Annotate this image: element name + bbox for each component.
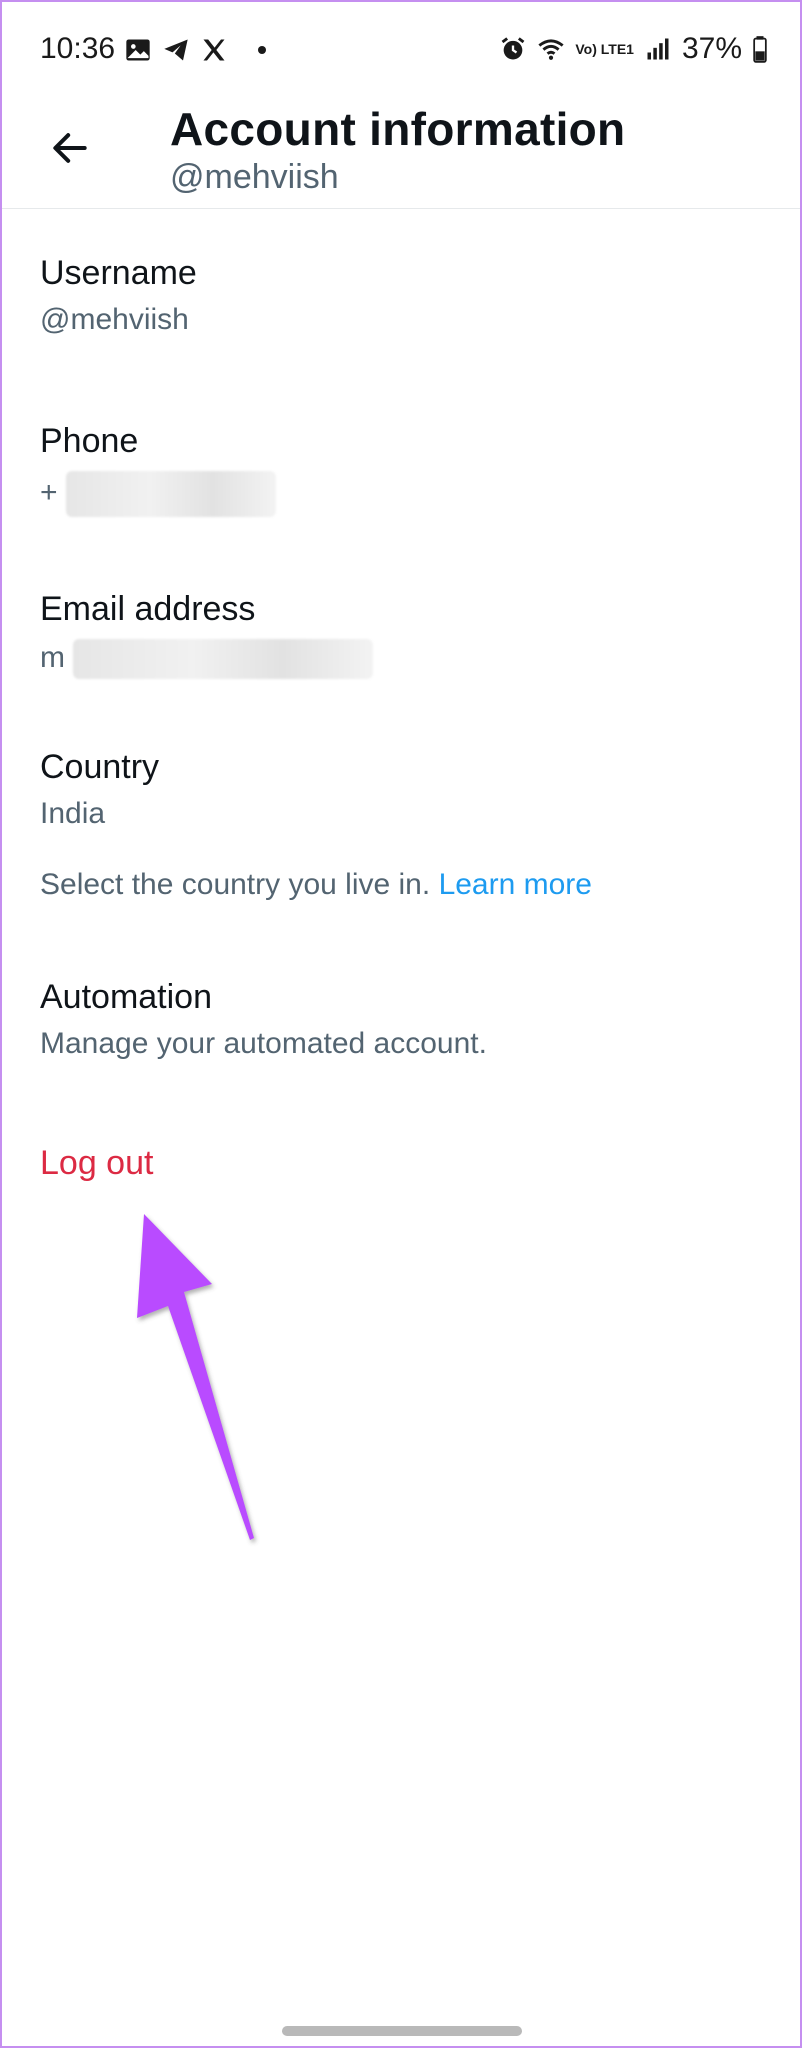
battery-icon (753, 36, 767, 63)
telegram-icon (164, 39, 188, 61)
redacted-email-address (73, 639, 374, 679)
logout-label: Log out (40, 1144, 154, 1182)
email-value: m (40, 639, 760, 679)
username-value: @mehviish (40, 303, 189, 336)
annotation-arrow-icon (137, 1214, 254, 1540)
more-notifications-dot (258, 46, 266, 54)
arrow-left-icon (53, 133, 87, 163)
status-bar: 10:36 Vo) LTE1 37% (2, 2, 800, 102)
redacted-phone-number (65, 471, 276, 517)
automation-label: Automation (40, 978, 212, 1016)
logout-button[interactable]: Log out (40, 1144, 153, 1183)
automation-row[interactable]: Automation Manage your automated account… (40, 978, 760, 1061)
wifi-icon (538, 39, 564, 60)
country-label: Country (40, 748, 160, 786)
country-row[interactable]: Country India (40, 748, 760, 831)
status-time: 10:36 (40, 32, 116, 65)
image-icon (126, 39, 150, 61)
signal-icon (647, 38, 669, 60)
phone-row[interactable]: Phone + (40, 422, 760, 517)
automation-value: Manage your automated account. (40, 1027, 487, 1060)
country-value: India (40, 797, 106, 830)
learn-more-link[interactable]: Learn more (439, 868, 592, 901)
page-title: Account information (170, 103, 626, 155)
page-subtitle: @mehviish (170, 158, 339, 196)
email-label: Email address (40, 590, 256, 628)
username-row[interactable]: Username @mehviish (40, 254, 760, 337)
phone-screen: 10:36 Vo) LTE1 37% Account information @… (0, 0, 802, 2048)
notification-icons (124, 36, 266, 64)
battery-percent: 37% (681, 32, 742, 65)
username-label: Username (40, 254, 197, 292)
phone-value: + (40, 471, 760, 517)
top-app-bar: Account information @mehviish (2, 102, 800, 209)
x-logo-icon (203, 39, 225, 61)
email-prefix: m (40, 640, 65, 674)
email-row[interactable]: Email address m (40, 590, 760, 679)
country-hint: Select the country you live in. Learn mo… (40, 868, 760, 902)
phone-label: Phone (40, 422, 139, 460)
alarm-icon (501, 37, 525, 60)
network-type-label: Vo) LTE1 (575, 41, 634, 57)
country-hint-text: Select the country you live in. (40, 868, 431, 901)
phone-prefix: + (40, 475, 58, 509)
home-indicator[interactable] (282, 2026, 522, 2036)
back-button[interactable] (44, 122, 96, 174)
system-icons: Vo) LTE1 37% (499, 32, 768, 66)
